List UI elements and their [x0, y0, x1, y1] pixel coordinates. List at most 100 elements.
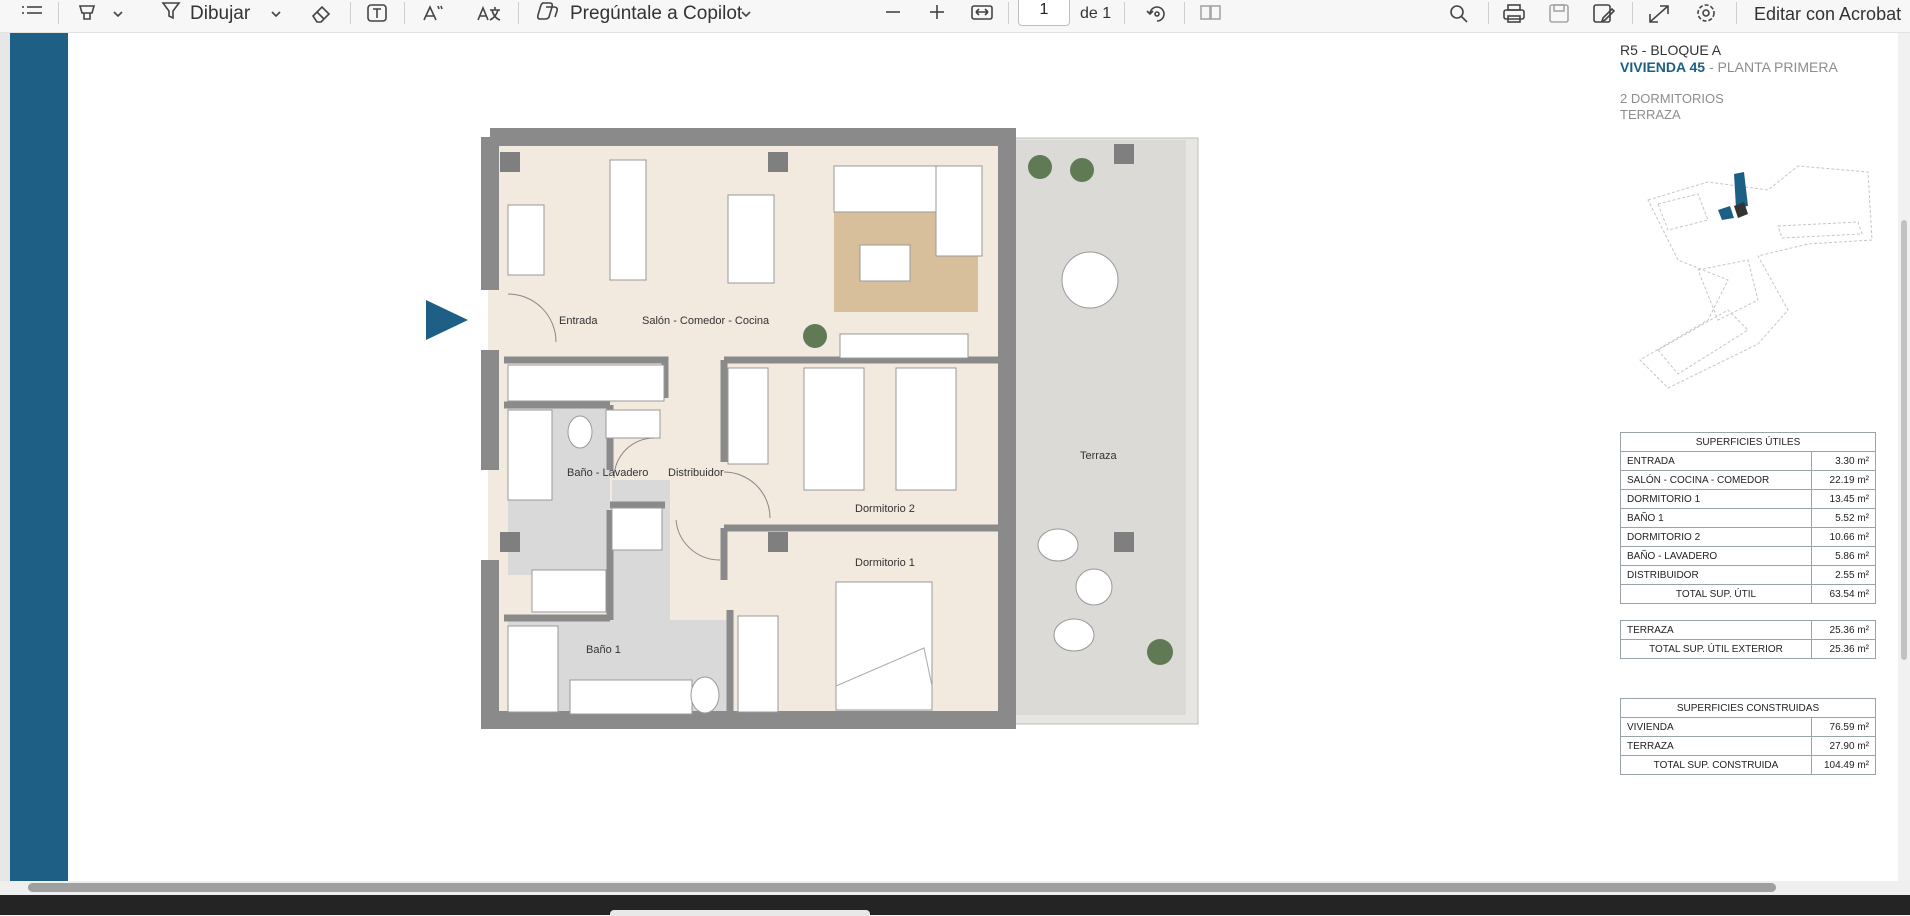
text-box-icon[interactable] [366, 0, 388, 28]
zoom-out-icon[interactable] [884, 0, 902, 28]
unit-title: VIVIENDA 45 - PLANTA PRIMERA [1620, 59, 1838, 75]
built-areas-table: SUPERFICIES CONSTRUIDAS VIVIENDA 76.59 m²… [1620, 698, 1876, 775]
room-label-dormitorio1: Dormitorio 1 [855, 557, 915, 569]
block-title: R5 - BLOQUE A [1620, 42, 1722, 58]
room-label-distribuidor: Distribuidor [668, 467, 724, 479]
total-row: TOTAL SUP. ÚTIL EXTERIOR 25.36 m² [1620, 639, 1876, 659]
row-value: 10.66 m² [1811, 527, 1876, 547]
print-icon[interactable] [1502, 0, 1526, 28]
settings-icon[interactable] [1694, 0, 1718, 28]
vertical-scrollbar-thumb[interactable] [1901, 220, 1907, 660]
page-number-input[interactable]: 1 [1018, 0, 1070, 26]
total-value: 104.49 m² [1811, 755, 1876, 775]
horizontal-scrollbar-thumb[interactable] [28, 883, 1776, 892]
highlighter-icon[interactable] [76, 0, 98, 28]
total-value: 63.54 m² [1811, 584, 1876, 604]
single-bed-2 [895, 367, 957, 491]
room-label-bano-lavadero: Baño - Lavadero [567, 467, 649, 479]
room-label-entrada: Entrada [559, 315, 598, 327]
row-value: 27.90 m² [1811, 736, 1876, 756]
useful-areas-title: SUPERFICIES ÚTILES [1620, 432, 1876, 452]
built-areas-title: SUPERFICIES CONSTRUIDAS [1620, 698, 1876, 718]
floor-plan [426, 128, 1199, 729]
two-page-icon[interactable] [1198, 0, 1222, 28]
row-label: DORMITORIO 1 [1620, 489, 1812, 509]
edit-with-acrobat-button[interactable]: Editar con Acrobat [1754, 0, 1901, 28]
room-label-salon: Salón - Comedor - Cocina [642, 315, 770, 327]
total-value: 25.36 m² [1811, 639, 1876, 659]
row-label: SALÓN - COCINA - COMEDOR [1620, 470, 1812, 490]
room-label-bano1: Baño 1 [586, 644, 621, 656]
taskbar [0, 895, 1910, 915]
table-row: VIVIENDA 76.59 m² [1620, 717, 1876, 737]
eraser-icon[interactable] [309, 0, 333, 28]
table-row: TERRAZA 27.90 m² [1620, 736, 1876, 756]
row-label: DORMITORIO 2 [1620, 527, 1812, 547]
table-row: BAÑO - LAVADERO 5.86 m² [1620, 546, 1876, 566]
row-value: 76.59 m² [1811, 717, 1876, 737]
terrace-label: TERRAZA [1620, 107, 1681, 122]
zoom-in-icon[interactable] [928, 0, 946, 28]
taskbar-item[interactable] [610, 910, 870, 916]
table-row: BAÑO 1 5.52 m² [1620, 508, 1876, 528]
copilot-button[interactable]: Pregúntale a Copilot [536, 0, 742, 28]
double-bed [835, 581, 933, 711]
table-row: ENTRADA 3.30 m² [1620, 451, 1876, 471]
terrace-table [1061, 251, 1119, 309]
row-value: 5.86 m² [1811, 546, 1876, 566]
page-left-margin [0, 33, 10, 881]
row-label: VIVIENDA [1620, 717, 1812, 737]
row-value: 22.19 m² [1811, 470, 1876, 490]
copilot-label: Pregúntale a Copilot [570, 3, 743, 24]
page-total: de 1 [1080, 5, 1112, 22]
translate-icon[interactable] [476, 0, 502, 28]
total-row: TOTAL SUP. ÚTIL 63.54 m² [1620, 584, 1876, 604]
chevron-down-icon[interactable] [112, 0, 124, 28]
table-row: DORMITORIO 2 10.66 m² [1620, 527, 1876, 547]
site-plan-map [1639, 165, 1873, 389]
expand-icon[interactable] [1648, 0, 1670, 28]
table-row: DISTRIBUIDOR 2.55 m² [1620, 565, 1876, 585]
building-marker [1734, 172, 1748, 208]
row-label: TERRAZA [1620, 620, 1812, 640]
save-as-icon[interactable] [1592, 0, 1616, 28]
page-side-band [10, 33, 68, 881]
total-label: TOTAL SUP. ÚTIL EXTERIOR [1620, 639, 1812, 659]
row-label: BAÑO 1 [1620, 508, 1812, 528]
row-label: BAÑO - LAVADERO [1620, 546, 1812, 566]
total-label: TOTAL SUP. ÚTIL [1620, 584, 1812, 604]
list-icon[interactable] [20, 0, 44, 28]
unit-floor: - PLANTA PRIMERA [1705, 59, 1838, 75]
chevron-down-icon[interactable] [270, 0, 282, 28]
room-label-dormitorio2: Dormitorio 2 [855, 503, 915, 515]
single-bed-1 [803, 367, 865, 491]
table-row: DORMITORIO 1 13.45 m² [1620, 489, 1876, 509]
fit-page-icon[interactable] [970, 0, 994, 28]
copilot-icon [536, 1, 560, 27]
table-row: TERRAZA 25.36 m² [1620, 620, 1876, 640]
draw-icon [160, 1, 182, 27]
row-label: DISTRIBUIDOR [1620, 565, 1812, 585]
read-aloud-icon[interactable] [422, 0, 446, 28]
save-icon[interactable] [1548, 0, 1570, 28]
page-number-value: 1 [1039, 1, 1049, 18]
pdf-toolbar: Dibujar Pregúntale a Copilot 1 de 1 Edit… [0, 0, 1910, 33]
useful-areas-table: SUPERFICIES ÚTILES ENTRADA 3.30 m² SALÓN … [1620, 432, 1876, 604]
total-label: TOTAL SUP. CONSTRUIDA [1620, 755, 1812, 775]
chevron-down-icon[interactable] [740, 0, 752, 28]
bedrooms-label: 2 DORMITORIOS [1620, 91, 1724, 106]
row-value: 2.55 m² [1811, 565, 1876, 585]
draw-label: Dibujar [190, 3, 251, 24]
exterior-areas-table: TERRAZA 25.36 m² TOTAL SUP. ÚTIL EXTERIOR… [1620, 620, 1876, 659]
draw-button[interactable]: Dibujar [160, 0, 250, 28]
row-value: 5.52 m² [1811, 508, 1876, 528]
row-value: 3.30 m² [1811, 451, 1876, 471]
entry-arrow-icon [426, 300, 468, 340]
table-row: SALÓN - COCINA - COMEDOR 22.19 m² [1620, 470, 1876, 490]
rotate-icon[interactable] [1144, 0, 1168, 28]
search-icon[interactable] [1448, 0, 1470, 28]
row-value: 13.45 m² [1811, 489, 1876, 509]
row-label: ENTRADA [1620, 451, 1812, 471]
total-row: TOTAL SUP. CONSTRUIDA 104.49 m² [1620, 755, 1876, 775]
row-label: TERRAZA [1620, 736, 1812, 756]
